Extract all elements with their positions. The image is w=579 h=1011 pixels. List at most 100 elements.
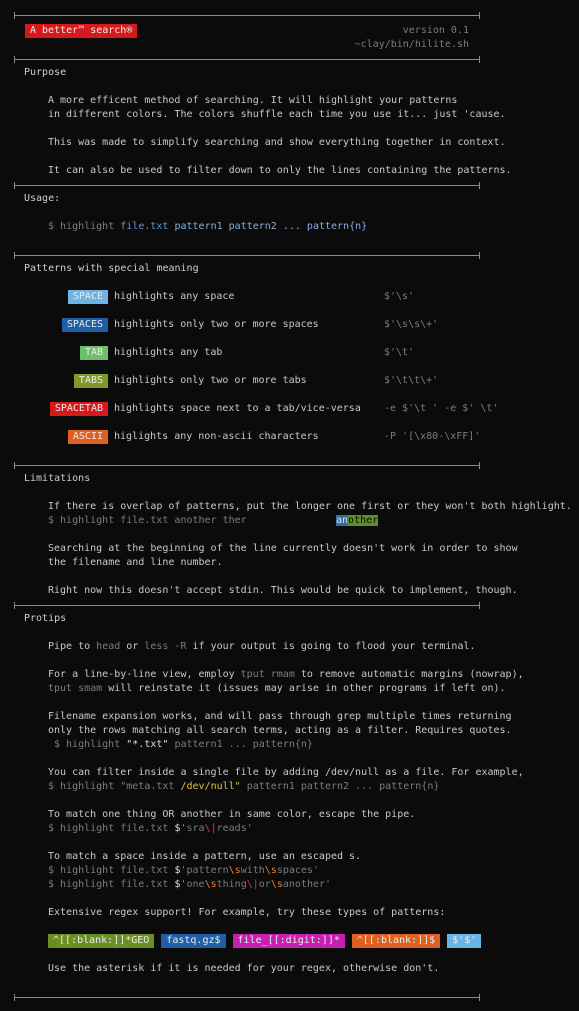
rule-tick <box>479 462 480 469</box>
rule-tick <box>479 602 480 609</box>
cmd-rmam: tput rmam <box>240 669 295 680</box>
protip-command: $ highlight file.txt $'sra\|reads' <box>48 822 253 836</box>
escaped-pipe: \| <box>204 823 217 834</box>
rule-tick <box>14 12 15 19</box>
word: with <box>240 865 265 876</box>
pattern-tag: SPACETAB <box>49 402 108 416</box>
terminal-window: { "header": { "badge": "A better™ search… <box>0 0 579 1011</box>
rule-tick <box>14 602 15 609</box>
usage-command: $ highlight file.txt pattern1 pattern2 .… <box>48 220 367 234</box>
rule-tick <box>14 462 15 469</box>
prompt: $ highlight file.txt <box>48 823 175 834</box>
pattern-description: highlights any tab <box>114 347 223 358</box>
section-rule <box>14 185 480 186</box>
prompt: $ highlight "meta.txt <box>48 781 175 792</box>
pattern-regex: $'\t\t\+' <box>384 375 439 386</box>
protip-text: You can filter inside a single file by a… <box>48 767 524 778</box>
escaped-s: \s <box>270 879 283 890</box>
section-rule <box>14 255 480 256</box>
limitation-text: Searching at the beginning of the line c… <box>48 543 518 554</box>
prompt: $ highlight <box>48 221 115 232</box>
pattern-description: higlights any non-ascii characters <box>114 431 319 442</box>
pattern-tag: SPACES <box>61 318 108 332</box>
quote: 'pattern <box>180 865 229 876</box>
pattern-regex: $'\s\s\+' <box>384 319 439 330</box>
version-label: version 0.1 <box>402 25 469 36</box>
word: thing <box>216 879 247 890</box>
rule-tick <box>479 56 480 63</box>
pattern-regex: -P '[\x80-\xFF]' <box>384 431 481 442</box>
prompt: $ highlight file.txt <box>48 879 175 890</box>
highlight-other: other <box>348 515 379 526</box>
protip-command: $ highlight "meta.txt /dev/null" pattern… <box>48 780 439 794</box>
rule-tick <box>479 994 480 1001</box>
title-badge: A better™ search® <box>25 24 138 38</box>
protip-pipe: Pipe to head or less -R if your output i… <box>48 640 476 654</box>
pattern-regex: -e $'\t ' -e $' \t' <box>384 403 499 414</box>
pattern-description: highlights only two or more tabs <box>114 375 307 386</box>
quote: spaces' <box>276 865 319 876</box>
regex-tag: file_[[:digit:]]* <box>232 934 345 948</box>
pattern-tag: ASCII <box>67 430 108 444</box>
text: Pipe to <box>48 641 97 652</box>
rule-tick <box>479 182 480 189</box>
quote: another' <box>282 879 332 890</box>
protip-command: $ highlight file.txt $'pattern\swith\ssp… <box>48 864 319 878</box>
escaped-s: \s <box>264 865 277 876</box>
top-rule <box>14 15 480 16</box>
rule-tick <box>14 56 15 63</box>
purpose-text: A more efficent method of searching. It … <box>48 95 458 106</box>
section-title-usage: Usage: <box>24 193 61 204</box>
protip-text: To match one thing OR another in same co… <box>48 809 416 820</box>
rule-tick <box>14 252 15 259</box>
pattern-tag: TABS <box>73 374 108 388</box>
usage-file: file.txt <box>120 221 169 232</box>
limitation-command: $ highlight file.txt another ther <box>48 515 247 526</box>
regex-tag: $'$' <box>447 934 482 948</box>
usage-patterns: pattern1 pattern2 ... pattern{n} <box>174 221 368 232</box>
pattern-description: highlights only two or more spaces <box>114 319 319 330</box>
highlight-an: an <box>336 515 349 526</box>
overlap-demo: another <box>336 514 379 528</box>
regex-example-tags: ^[[:blank:]]*GEO fastq.gz$ file_[[:digit:]… <box>48 934 488 948</box>
quote: reads' <box>216 823 253 834</box>
regex-tag: ^[[:blank:]]$ <box>351 934 441 948</box>
section-title-special: Patterns with special meaning <box>24 263 199 274</box>
section-rule <box>14 59 480 60</box>
protip-text: only the rows matching all search terms,… <box>48 725 512 736</box>
dev-null: /dev/null" <box>180 781 241 792</box>
cmd-head: head <box>96 641 121 652</box>
pattern-regex: $'\s' <box>384 291 415 302</box>
quote: 'sra <box>180 823 205 834</box>
text: or <box>120 641 145 652</box>
pattern-tag: SPACE <box>67 290 108 304</box>
text: to remove automatic margins (nowrap), <box>294 669 524 680</box>
purpose-text: in different colors. The colors shuffle … <box>48 109 506 120</box>
escaped-pipe: \| <box>246 879 259 890</box>
section-title-purpose: Purpose <box>24 67 67 78</box>
protip-text: Use the asterisk if it is needed for you… <box>48 963 440 974</box>
text: if your output is going to flood your te… <box>186 641 476 652</box>
rule-tick <box>14 994 15 1001</box>
section-rule <box>14 465 480 466</box>
limitation-text: the filename and line number. <box>48 557 223 568</box>
escaped-s: \s <box>228 865 241 876</box>
prompt: $ highlight <box>54 739 121 750</box>
limitation-text: Right now this doesn't accept stdin. Thi… <box>48 585 518 596</box>
pattern-description: highlights space next to a tab/vice-vers… <box>114 403 361 414</box>
section-title-limitations: Limitations <box>24 473 91 484</box>
purpose-text: This was made to simplify searching and … <box>48 137 506 148</box>
rule-tick <box>479 12 480 19</box>
cmd-less: less -R <box>144 641 187 652</box>
protip-text: Filename expansion works, and will pass … <box>48 711 512 722</box>
regex-tag: ^[[:blank:]]*GEO <box>48 934 155 948</box>
cmd-smam: tput smam <box>48 683 103 694</box>
args: pattern1 ... pattern{n} <box>174 739 313 750</box>
protip-nowrap: For a line-by-line view, employ tput rma… <box>48 668 524 682</box>
glob: "*.txt" <box>126 739 169 750</box>
limitation-text: If there is overlap of patterns, put the… <box>48 501 572 512</box>
pattern-tag: TAB <box>79 346 108 360</box>
section-rule <box>14 605 480 606</box>
protip-nowrap: tput smam will reinstate it (issues may … <box>48 682 506 696</box>
protip-command: $ highlight file.txt $'one\sthing\|or\sa… <box>48 878 331 892</box>
